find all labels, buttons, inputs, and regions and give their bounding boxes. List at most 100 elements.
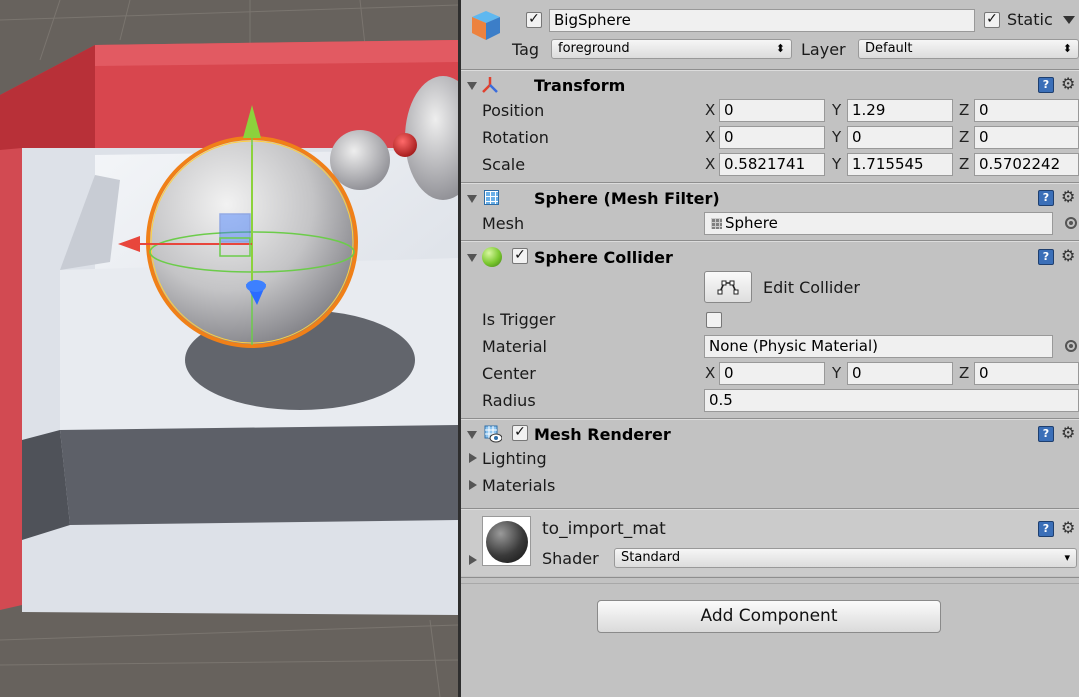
sphere-collider-header[interactable]: ✓ Sphere Collider ? ⚙ [461,243,1079,270]
object-picker-icon[interactable] [1065,340,1077,352]
axis-z-label[interactable]: Z [959,101,969,119]
help-book-icon[interactable]: ? [1038,77,1054,93]
axis-y-label[interactable]: Y [832,101,841,119]
axis-z-label[interactable]: Z [959,364,969,382]
edit-collider-label: Edit Collider [763,278,860,297]
scale-z-field[interactable]: 0.5702242 [974,153,1079,176]
green-sphere-icon [482,247,502,267]
physic-material-field[interactable]: None (Physic Material) [704,335,1053,358]
help-book-icon[interactable]: ? [1038,190,1054,206]
scale-x-field[interactable]: 0.5821741 [719,153,825,176]
center-y-field[interactable]: 0 [847,362,953,385]
materials-label[interactable]: Materials [482,476,555,495]
mesh-grid-icon [711,218,722,229]
scale-label: Scale [482,155,526,174]
object-picker-icon[interactable] [1065,217,1077,229]
mesh-renderer-title: Mesh Renderer [534,425,671,444]
inspector-panel: ✓ BigSphere ✓ Static Tag foreground ⬍ Lay… [461,0,1079,697]
axis-y-label[interactable]: Y [832,364,841,382]
gear-icon[interactable]: ⚙ [1061,425,1075,441]
axis-x-label[interactable]: X [705,155,715,173]
rotation-z-field[interactable]: 0 [974,126,1079,149]
shader-value: Standard [621,550,681,565]
cube-icon [469,8,503,42]
material-preview[interactable] [482,516,531,566]
edit-collider-button[interactable] [704,271,752,303]
scale-y-field[interactable]: 1.715545 [847,153,953,176]
scene-view[interactable] [0,0,458,697]
transform-axes-icon [481,76,499,94]
tag-value: foreground [558,41,630,56]
axis-y-label[interactable]: Y [832,155,841,173]
gear-icon[interactable]: ⚙ [1061,520,1075,536]
scene-viewport[interactable] [0,0,458,697]
mesh-filter-header[interactable]: Sphere (Mesh Filter) ? ⚙ [461,184,1079,211]
tag-label: Tag [512,40,540,59]
is-trigger-checkbox[interactable] [706,312,722,328]
sphere-collider-enabled-checkbox[interactable]: ✓ [512,248,528,264]
center-label: Center [482,364,536,383]
axis-x-label[interactable]: X [705,101,715,119]
material-name: to_import_mat [542,519,666,539]
separator [461,241,1079,242]
gear-icon[interactable]: ⚙ [1061,76,1075,92]
mesh-renderer-header[interactable]: ✓ Mesh Renderer ? ⚙ [461,420,1079,447]
separator [461,577,1079,578]
shader-dropdown[interactable]: Standard ▾ [614,548,1077,568]
position-x-field[interactable]: 0 [719,99,825,122]
gear-icon[interactable]: ⚙ [1061,248,1075,264]
rotation-label: Rotation [482,128,549,147]
axis-x-label[interactable]: X [705,128,715,146]
axis-y-label[interactable]: Y [832,128,841,146]
chevron-down-icon: ▾ [1064,551,1070,564]
updown-arrow-icon: ⬍ [1062,42,1072,55]
lighting-fold-icon[interactable] [469,453,477,463]
lighting-label[interactable]: Lighting [482,449,547,468]
axis-z-label[interactable]: Z [959,155,969,173]
material-sphere-preview [486,521,528,563]
static-label[interactable]: Static [1007,10,1053,29]
fold-open-icon[interactable] [467,195,477,203]
center-x-field[interactable]: 0 [719,362,825,385]
center-z-field[interactable]: 0 [974,362,1079,385]
mesh-renderer-enabled-checkbox[interactable]: ✓ [512,425,528,441]
layer-value: Default [865,41,913,56]
active-checkbox[interactable]: ✓ [526,12,542,28]
radius-label: Radius [482,391,536,410]
axis-z-label[interactable]: Z [959,128,969,146]
add-component-button[interactable]: Add Component [597,600,941,633]
position-z-field[interactable]: 0 [974,99,1079,122]
object-name-field[interactable]: BigSphere [549,9,975,32]
help-book-icon[interactable]: ? [1038,249,1054,265]
fold-open-icon[interactable] [467,82,477,90]
tag-dropdown[interactable]: foreground ⬍ [551,39,792,59]
transform-header[interactable]: Transform ? ⚙ [461,71,1079,98]
shader-label: Shader [542,549,599,568]
fold-open-icon[interactable] [467,254,477,262]
rotation-x-field[interactable]: 0 [719,126,825,149]
add-component-label: Add Component [700,606,838,626]
help-book-icon[interactable]: ? [1038,521,1054,537]
position-y-field[interactable]: 1.29 [847,99,953,122]
static-dropdown-arrow[interactable] [1063,16,1075,24]
edit-collider-icon [717,280,739,295]
material-label: Material [482,337,547,356]
material-fold-icon[interactable] [469,555,477,565]
radius-field[interactable]: 0.5 [704,389,1079,412]
fold-open-icon[interactable] [467,431,477,439]
updown-arrow-icon: ⬍ [775,42,785,55]
rotation-y-field[interactable]: 0 [847,126,953,149]
sphere-collider-title: Sphere Collider [534,248,673,267]
layer-dropdown[interactable]: Default ⬍ [858,39,1079,59]
help-book-icon[interactable]: ? [1038,426,1054,442]
mesh-value: Sphere [725,214,778,232]
material-section: to_import_mat ? ⚙ Shader Standard ▾ [461,510,1079,576]
layer-label: Layer [801,40,846,59]
is-trigger-label: Is Trigger [482,310,556,329]
mesh-field[interactable]: Sphere [704,212,1053,235]
axis-x-label[interactable]: X [705,364,715,382]
static-checkbox[interactable]: ✓ [984,12,1000,28]
gear-icon[interactable]: ⚙ [1061,189,1075,205]
mesh-filter-title: Sphere (Mesh Filter) [534,189,720,208]
materials-fold-icon[interactable] [469,480,477,490]
